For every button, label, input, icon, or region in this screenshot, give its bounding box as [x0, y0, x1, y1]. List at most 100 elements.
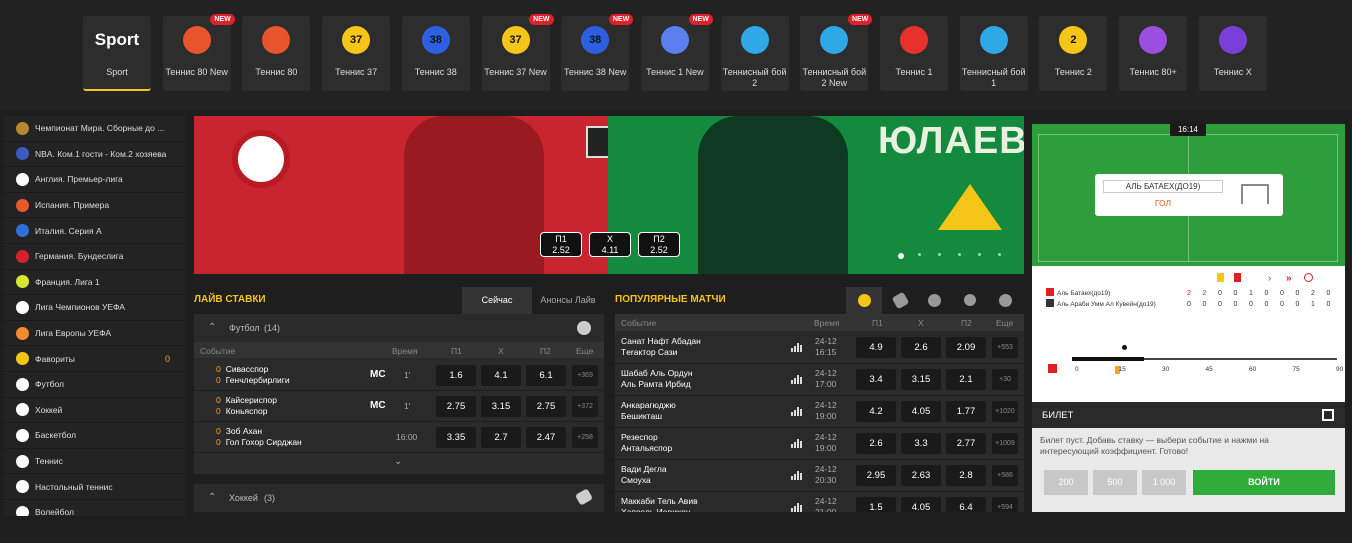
stats-icon[interactable]: [791, 407, 802, 416]
odd-button[interactable]: 3.15: [901, 369, 941, 390]
match-center-badge[interactable]: MC: [370, 400, 386, 411]
odd-button[interactable]: 2.77: [946, 433, 986, 454]
popular-match-row[interactable]: Маккаби Тель Авив Хапоэль Иерихон 24-12 21:…: [615, 492, 1024, 512]
banner-odd-button[interactable]: П2 2.52: [638, 232, 680, 257]
sidebar-item[interactable]: Лига Европы УЕФА: [4, 321, 186, 347]
tab-now[interactable]: Сейчас: [462, 287, 532, 314]
more-bets-button[interactable]: +1020: [992, 401, 1018, 422]
banner-odd-button[interactable]: П1 2.52: [540, 232, 582, 257]
stake-1000[interactable]: 1 000: [1142, 470, 1186, 495]
stats-icon[interactable]: [791, 439, 802, 448]
game-tab[interactable]: Теннис 80 New NEW: [162, 14, 235, 91]
game-tab[interactable]: Теннисный бой 2: [720, 16, 789, 91]
stats-icon[interactable]: [791, 343, 802, 352]
stake-200[interactable]: 200: [1044, 470, 1088, 495]
game-tab[interactable]: Теннис 1: [880, 16, 948, 91]
chevron-down-icon[interactable]: ⌄: [394, 456, 402, 467]
stake-500[interactable]: 500: [1093, 470, 1137, 495]
odd-button[interactable]: 4.9: [856, 337, 896, 358]
expand-icon[interactable]: [1322, 409, 1334, 421]
pagination-dot[interactable]: [938, 253, 941, 256]
more-bets-button[interactable]: +594: [992, 497, 1018, 512]
pagination-dot[interactable]: [898, 253, 904, 259]
popular-match-row[interactable]: Резеспор Антальяспор 24-12 19:00 2.6 3.3 2.77 +…: [615, 428, 1024, 460]
odd-button[interactable]: 3.3: [901, 433, 941, 454]
game-tab[interactable]: 38 Теннис 38 New NEW: [561, 14, 634, 91]
pagination-dot[interactable]: [918, 253, 921, 256]
sidebar-item[interactable]: Настольный теннис: [4, 474, 186, 500]
sidebar-item[interactable]: Волейбол: [4, 500, 186, 516]
basketball-filter-icon[interactable]: [928, 294, 941, 307]
football-group-header[interactable]: ⌃ Футбол (14): [194, 314, 604, 342]
odd-button[interactable]: 2.09: [946, 337, 986, 358]
volleyball-filter-icon[interactable]: [999, 294, 1012, 307]
sidebar-item[interactable]: Англия. Премьер-лига: [4, 167, 186, 193]
sidebar-item[interactable]: Испания. Примера: [4, 193, 186, 219]
stats-icon[interactable]: [791, 471, 802, 480]
sidebar-item[interactable]: Лига Чемпионов УЕФА: [4, 295, 186, 321]
banner-pagination[interactable]: [898, 253, 1008, 259]
live-field-widget[interactable]: 16:14 АЛЬ БАТАЕХ(ДО19) ГОЛ: [1032, 124, 1345, 266]
stats-icon[interactable]: [791, 503, 802, 512]
sidebar-item[interactable]: Чемпионат Мира. Сборные до ...: [4, 116, 186, 142]
odd-button[interactable]: 1.5: [856, 497, 896, 512]
pagination-dot[interactable]: [958, 253, 961, 256]
hockey-group[interactable]: ⌃ Хоккей (3): [194, 484, 604, 512]
odd-button[interactable]: 3.35: [436, 427, 476, 448]
live-match-row[interactable]: 0 Сивасспор 0 Генчлербирлиги MC 1' 1.6 4.1 6.1 +3…: [194, 360, 604, 391]
more-bets-button[interactable]: +1009: [992, 433, 1018, 454]
sidebar-item[interactable]: Германия. Бундеслига: [4, 244, 186, 270]
game-tab[interactable]: Теннис 1 New NEW: [640, 14, 713, 91]
odd-button[interactable]: 2.6: [856, 433, 896, 454]
more-bets-button[interactable]: +553: [992, 337, 1018, 358]
odd-button[interactable]: 2.63: [901, 465, 941, 486]
odd-button[interactable]: 1.6: [436, 365, 476, 386]
pagination-dot[interactable]: [978, 253, 981, 256]
tab-announcements[interactable]: Анонсы Лайв: [532, 287, 604, 314]
login-button[interactable]: ВОЙТИ: [1193, 470, 1335, 495]
game-tab[interactable]: 2 Теннис 2: [1039, 16, 1108, 91]
live-match-row[interactable]: 0 Кайсериспор 0 Коньяспор MC 1' 2.75 3.15 2.75 +3…: [194, 391, 604, 422]
odd-button[interactable]: 2.75: [526, 396, 566, 417]
game-tab[interactable]: Теннис 80+: [1119, 16, 1188, 91]
game-tab[interactable]: Теннисный бой 2 New NEW: [800, 14, 873, 91]
odd-button[interactable]: 4.1: [481, 365, 521, 386]
odd-button[interactable]: 6.4: [946, 497, 986, 512]
odd-button[interactable]: 2.7: [481, 427, 521, 448]
game-tab[interactable]: Теннисный бой 1: [959, 16, 1028, 91]
sidebar-item[interactable]: Италия. Серия А: [4, 218, 186, 244]
sidebar-item[interactable]: Хоккей: [4, 398, 186, 424]
hockey-filter-icon[interactable]: [891, 291, 910, 310]
live-match-row[interactable]: 0 Зоб Ахан 0 Гол Гохор Сирджан 16:00 3.35 2.7 2…: [194, 422, 604, 453]
odd-button[interactable]: 1.77: [946, 401, 986, 422]
game-tab[interactable]: Sport Sport: [83, 16, 151, 91]
table-tennis-filter-icon[interactable]: [964, 294, 976, 306]
sidebar-item[interactable]: Франция. Лига 1: [4, 270, 186, 296]
pagination-dot[interactable]: [998, 253, 1001, 256]
odd-button[interactable]: 2.75: [436, 396, 476, 417]
odd-button[interactable]: 6.1: [526, 365, 566, 386]
odd-button[interactable]: 2.47: [526, 427, 566, 448]
odd-button[interactable]: 2.95: [856, 465, 896, 486]
more-bets-button[interactable]: +258: [572, 427, 598, 448]
odd-button[interactable]: 4.05: [901, 401, 941, 422]
more-bets-button[interactable]: +372: [572, 396, 598, 417]
game-tab[interactable]: 37 Теннис 37 New NEW: [481, 14, 554, 91]
more-bets-button[interactable]: +30: [992, 369, 1018, 390]
odd-button[interactable]: 2.8: [946, 465, 986, 486]
sidebar-item[interactable]: NBA. Ком.1 гости - Ком.2 хозяева: [4, 142, 186, 168]
game-tab[interactable]: 38 Теннис 38: [401, 16, 470, 91]
odd-button[interactable]: 3.4: [856, 369, 896, 390]
odd-button[interactable]: 4.05: [901, 497, 941, 512]
odd-button[interactable]: 4.2: [856, 401, 896, 422]
stats-icon[interactable]: [791, 375, 802, 384]
more-bets-button[interactable]: +586: [992, 465, 1018, 486]
game-tab[interactable]: Теннис 80: [242, 16, 311, 91]
banner-odd-button[interactable]: Х 4.11: [589, 232, 631, 257]
popular-match-row[interactable]: Шабаб Аль Ордун Аль Рамта Ирбид 24-12 17:00…: [615, 364, 1024, 396]
match-center-badge[interactable]: MC: [370, 369, 386, 380]
popular-match-row[interactable]: Вади Дегла Смоуха 24-12 20:30 2.95 2.63 2.8 +58…: [615, 460, 1024, 492]
football-filter-icon[interactable]: [846, 287, 882, 314]
sidebar-item[interactable]: Баскетбол: [4, 423, 186, 449]
promo-banner[interactable]: ЮЛАЕВ П1 2.52 Х 4.11 П2 2.52: [194, 116, 1024, 274]
